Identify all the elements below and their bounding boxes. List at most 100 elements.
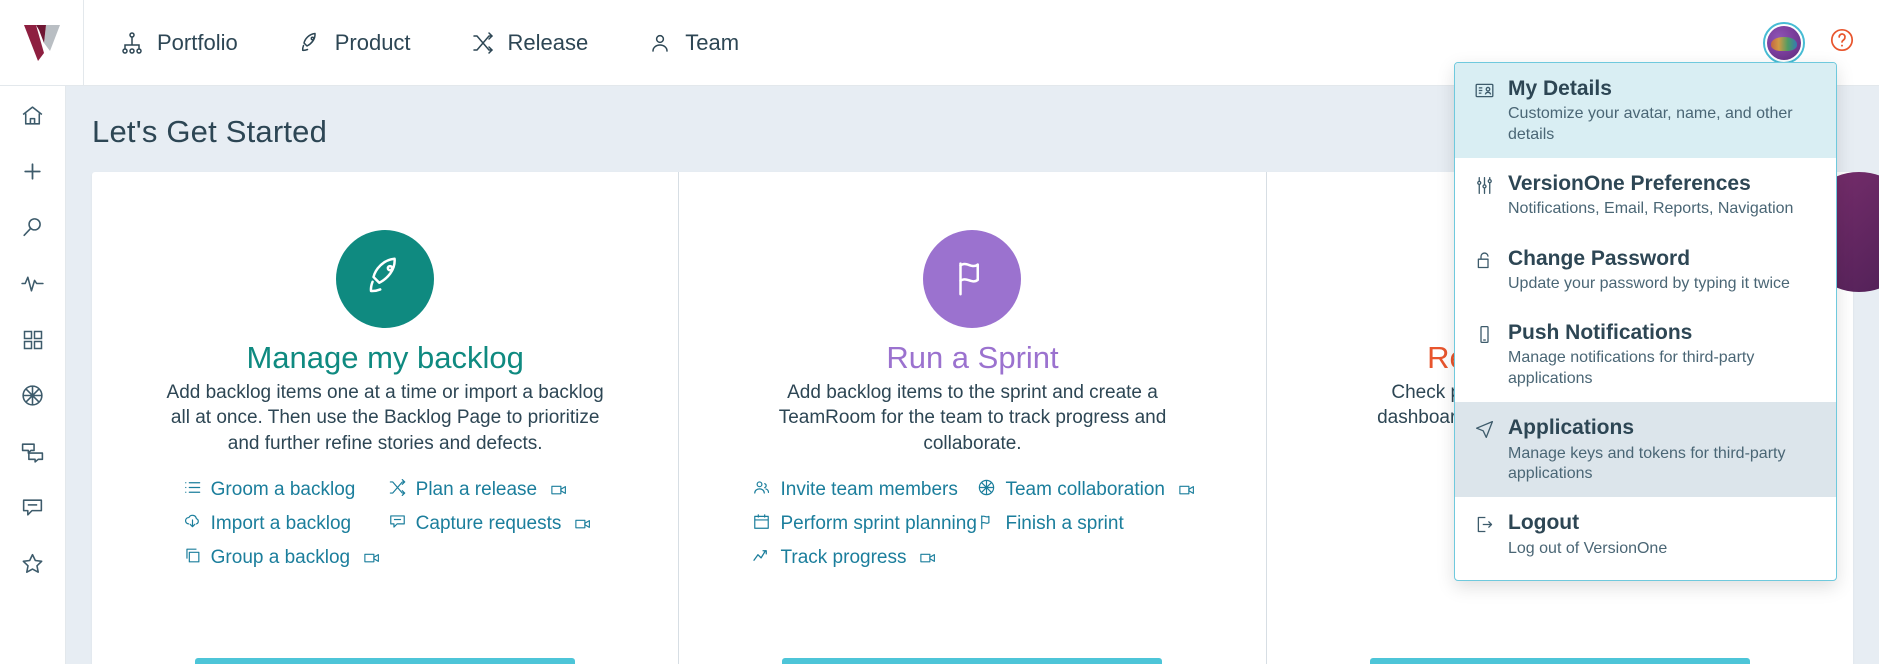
menu-item-text: Logout Log out of VersionOne [1508,511,1667,559]
avatar-image [1767,25,1801,60]
nav-item-team[interactable]: Team [648,0,739,86]
copy-icon [183,546,202,571]
link-label: Perform sprint planning [780,513,977,535]
link-plan-a-release[interactable]: Plan a release [388,478,588,503]
card-title: Manage my backlog [246,340,524,375]
video-icon[interactable] [919,549,937,567]
lock-icon [1473,247,1495,295]
versionone-logo-icon [23,24,60,61]
nav-item-portfolio[interactable]: Portfolio [120,0,238,86]
nav-item-release-label: Release [507,29,589,55]
link-groom-a-backlog[interactable]: Groom a backlog [183,478,378,503]
card-title: Run a Sprint [886,340,1059,375]
link-label: Groom a backlog [210,479,356,501]
rail-item-home[interactable] [9,100,57,136]
menu-item-subtitle: Manage keys and tokens for third-party a… [1508,444,1786,482]
menu-item-text: My Details Customize your avatar, name, … [1508,77,1818,145]
menu-item-title: My Details [1508,77,1612,100]
video-icon[interactable] [1178,481,1196,499]
card-links-col-b: Plan a release Capture requests [388,478,591,571]
rail-item-search[interactable] [9,212,57,248]
rail-item-star[interactable] [9,548,57,584]
people-icon [752,478,771,503]
flag-icon [977,512,996,537]
video-icon[interactable] [550,481,568,499]
globe-icon [977,478,996,503]
link-label: Track progress [780,547,907,569]
link-track-progress[interactable]: Track progress [752,546,967,571]
menu-item-text: Push Notifications Manage notifications … [1508,321,1818,389]
link-invite-team-members[interactable]: Invite team members [752,478,967,503]
comment-icon [20,495,45,525]
menu-item-text: Change Password Update your password by … [1508,247,1790,295]
link-label: Import a backlog [210,513,352,535]
link-import-a-backlog[interactable]: Import a backlog [183,512,378,537]
rail-item-activity[interactable] [9,268,57,304]
menu-item-change-password[interactable]: Change Password Update your password by … [1455,233,1836,308]
card-links-col-b: Team collaboration Finish a sprint [977,478,1194,571]
card-links-col-a: Invite team members Perform sprint plann… [752,478,977,571]
menu-item-applications[interactable]: Applications Manage keys and tokens for … [1455,402,1836,498]
rail-item-globe[interactable] [9,380,57,416]
globe-icon [20,383,45,413]
card-links-col-a: Groom a backlog Import a backlog Group a… [183,478,381,571]
link-capture-requests[interactable]: Capture requests [388,512,591,537]
org-chart-icon [120,31,144,55]
help-circle-icon[interactable] [1829,27,1855,58]
link-finish-a-sprint[interactable]: Finish a sprint [977,512,1192,537]
card-links: Invite team members Perform sprint plann… [705,478,1239,571]
card-icon-circle [923,230,1022,328]
menu-item-subtitle: Customize your avatar, name, and other d… [1508,105,1793,143]
avatar[interactable] [1763,21,1805,64]
menu-item-subtitle: Manage notifications for third-party app… [1508,349,1755,387]
link-team-collaboration[interactable]: Team collaboration [977,478,1194,503]
cta-explore-sample-teamroom[interactable]: Explore A Sample Teamroom [782,658,1163,664]
link-label: Invite team members [780,479,958,501]
link-perform-sprint-planning[interactable]: Perform sprint planning [752,512,977,537]
menu-item-versionone-preferences[interactable]: VersionOne Preferences Notifications, Em… [1455,158,1836,233]
rail-item-conversations[interactable] [9,436,57,472]
nav-item-team-label: Team [685,29,740,55]
cta-play-with-sample-backlog[interactable]: Play With A Sample Backlog [195,658,576,664]
rocket-icon [298,31,322,55]
send-icon [1473,416,1495,484]
mobile-icon [1473,321,1495,389]
nav-item-product[interactable]: Product [298,0,411,86]
add-icon [20,159,45,189]
menu-item-my-details[interactable]: My Details Customize your avatar, name, … [1455,63,1836,159]
menu-item-title: Logout [1508,511,1580,535]
nav-item-release[interactable]: Release [471,0,589,86]
menu-item-logout[interactable]: Logout Log out of VersionOne [1455,497,1836,572]
link-label: Capture requests [415,513,562,535]
card-manage-backlog: Manage my backlog Add backlog items one … [92,172,680,664]
shuffle-icon [471,31,495,55]
comment-icon [388,512,407,537]
id-card-icon [1473,77,1495,145]
rail-item-comment[interactable] [9,492,57,528]
link-label: Group a backlog [210,547,351,569]
menu-item-subtitle: Update your password by typing it twice [1508,274,1790,292]
rail-item-grid[interactable] [9,324,57,360]
menu-item-title: Applications [1508,416,1635,440]
card-run-a-sprint: Run a Sprint Add backlog items to the sp… [679,172,1267,664]
conversations-icon [20,439,45,469]
versionone-logo[interactable] [0,0,84,86]
left-icon-rail [0,86,66,664]
link-group-a-backlog[interactable]: Group a backlog [183,546,381,571]
card-description: Add backlog items one at a time or impor… [166,382,604,454]
star-icon [20,551,45,581]
menu-item-title: Push Notifications [1508,321,1693,345]
card-links: Groom a backlog Import a backlog Group a… [118,478,652,571]
menu-item-subtitle: Notifications, Email, Reports, Navigatio… [1508,200,1794,218]
menu-item-title: Change Password [1508,246,1691,270]
menu-item-push-notifications[interactable]: Push Notifications Manage notifications … [1455,307,1836,402]
video-icon[interactable] [574,515,592,533]
primary-nav: Portfolio Product Release Team [84,0,739,86]
list-icon [183,478,202,503]
rail-item-add[interactable] [9,156,57,192]
flag-icon [949,254,995,305]
cta-view-sample-dashboard[interactable]: View A Sample Dashboard [1369,658,1750,664]
sliders-icon [1473,172,1495,220]
video-icon[interactable] [363,549,381,567]
cloud-download-icon [183,512,202,537]
